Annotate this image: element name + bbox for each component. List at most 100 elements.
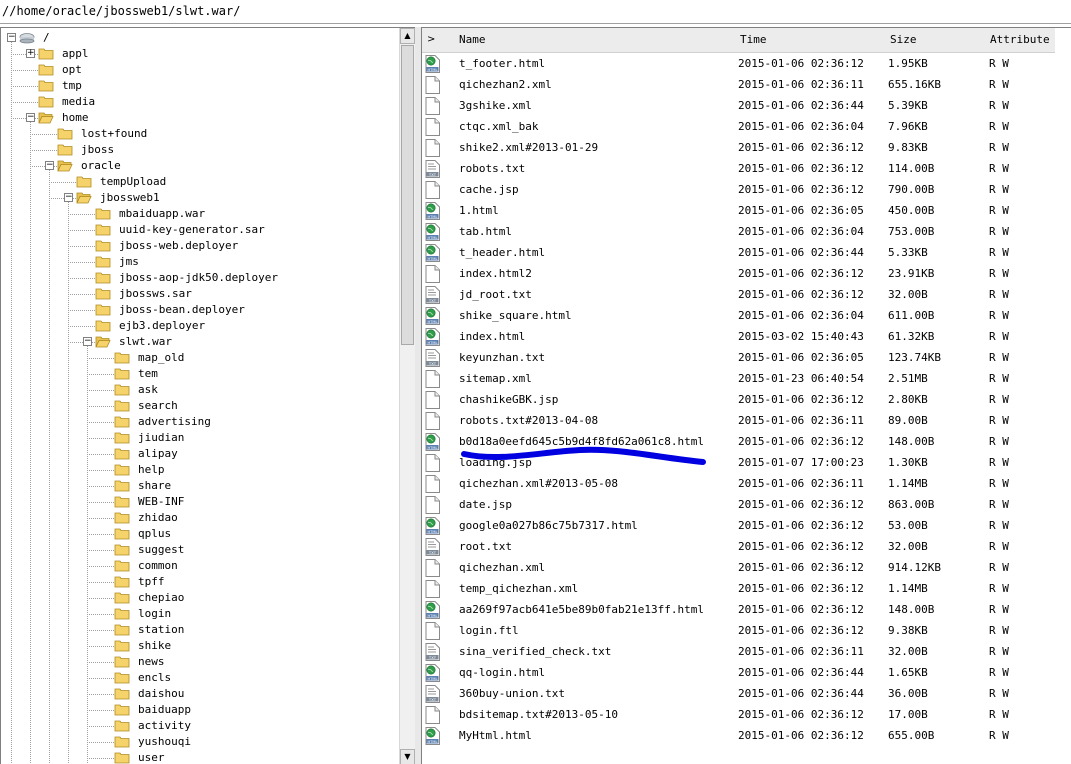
- file-row[interactable]: qichezhan2.xml 2015-01-06 02:36:11 655.16K…: [422, 74, 1070, 95]
- folder-icon: [57, 126, 73, 142]
- tree-node-label: map_old: [138, 351, 185, 364]
- file-row[interactable]: 3gshike.xml 2015-01-06 02:36:44 5.39KB R W: [422, 95, 1070, 116]
- folder-icon: [95, 222, 111, 238]
- file-time: 2015-01-06 02:36:12: [738, 603, 864, 616]
- file-size: 863.00B: [888, 498, 935, 511]
- folder-icon: [95, 286, 111, 302]
- file-size: 1.95KB: [888, 57, 928, 70]
- svg-text:TXT: TXT: [428, 298, 437, 303]
- column-header-name[interactable]: Name: [459, 28, 486, 52]
- tree-node-label: login: [138, 607, 172, 620]
- file-row[interactable]: HTML b0d18a0eefd645c5b9d4f8fd62a061c8.htm…: [422, 431, 1070, 452]
- file-size: 32.00B: [888, 540, 928, 553]
- collapse-icon[interactable]: −: [7, 33, 16, 42]
- folder-icon: [114, 606, 130, 622]
- tree-node-label: tmp: [62, 79, 82, 92]
- file-time: 2015-01-23 06:40:54: [738, 372, 864, 385]
- file-row[interactable]: bdsitemap.txt#2013-05-10 2015-01-06 02:36…: [422, 704, 1070, 725]
- file-row[interactable]: TXT jd_root.txt 2015-01-06 02:36:12 32.00B R…: [422, 284, 1070, 305]
- collapse-icon[interactable]: −: [26, 113, 35, 122]
- file-row[interactable]: TXT keyunzhan.txt 2015-01-06 02:36:05 123.7…: [422, 347, 1070, 368]
- path-input[interactable]: [2, 2, 1062, 20]
- folder-icon: [114, 430, 130, 446]
- file-time: 2015-01-06 02:36:12: [738, 435, 864, 448]
- file-row[interactable]: HTML index.html 2015-03-02 15:40:43 61.32KB…: [422, 326, 1070, 347]
- column-header-attribute[interactable]: Attribute: [990, 28, 1050, 52]
- file-row[interactable]: date.jsp 2015-01-06 02:36:12 863.00B R W: [422, 494, 1070, 515]
- file-time: 2015-01-06 02:36:12: [738, 561, 864, 574]
- scroll-up-icon[interactable]: ▲: [400, 28, 415, 44]
- file-time: 2015-01-06 02:36:12: [738, 141, 864, 154]
- tree-connector: [87, 518, 114, 519]
- file-row[interactable]: chashikeGBK.jsp 2015-01-06 02:36:12 2.80KB…: [422, 389, 1070, 410]
- tree-scrollbar[interactable]: ▲ ▼: [399, 28, 415, 764]
- tree-connector: [11, 70, 38, 71]
- file-row[interactable]: robots.txt#2013-04-08 2015-01-06 02:36:11…: [422, 410, 1070, 431]
- file-row[interactable]: HTML t_header.html 2015-01-06 02:36:44 5.33…: [422, 242, 1070, 263]
- file-row[interactable]: shike2.xml#2013-01-29 2015-01-06 02:36:12…: [422, 137, 1070, 158]
- collapse-icon[interactable]: −: [64, 193, 73, 202]
- file-name: shike2.xml#2013-01-29: [459, 141, 599, 154]
- svg-text:HTML: HTML: [427, 215, 437, 219]
- scroll-down-icon[interactable]: ▼: [400, 749, 415, 764]
- file-time: 2015-01-06 02:36:04: [738, 120, 864, 133]
- file-row[interactable]: HTML MyHtml.html 2015-01-06 02:36:12 655.00…: [422, 725, 1070, 746]
- tree-connector: [68, 214, 95, 215]
- file-row[interactable]: qichezhan.xml 2015-01-06 02:36:12 914.12KB…: [422, 557, 1070, 578]
- file-time: 2015-01-06 02:36:11: [738, 414, 864, 427]
- file-row[interactable]: qichezhan.xml#2013-05-08 2015-01-06 02:36…: [422, 473, 1070, 494]
- file-row[interactable]: HTML t_footer.html 2015-01-06 02:36:12 1.95…: [422, 53, 1070, 74]
- file-size: 7.96KB: [888, 120, 928, 133]
- tree-connector: [68, 202, 69, 764]
- file-row[interactable]: index.html2 2015-01-06 02:36:12 23.91KB R W: [422, 263, 1070, 284]
- file-time: 2015-01-06 02:36:04: [738, 225, 864, 238]
- file-attribute: R W: [989, 78, 1009, 91]
- column-header-size[interactable]: Size: [890, 28, 917, 52]
- file-row[interactable]: TXT root.txt 2015-01-06 02:36:12 32.00B R W: [422, 536, 1070, 557]
- folder-icon: [114, 622, 130, 638]
- tree-node-label: shike: [138, 639, 172, 652]
- file-row[interactable]: TXT robots.txt 2015-01-06 02:36:12 114.00B R…: [422, 158, 1070, 179]
- chevron-right-icon[interactable]: >: [427, 28, 435, 52]
- tree-node-label: media: [62, 95, 96, 108]
- file-row[interactable]: HTML qq-login.html 2015-01-06 02:36:44 1.65…: [422, 662, 1070, 683]
- file-name: cache.jsp: [459, 183, 519, 196]
- file-name: b0d18a0eefd645c5b9d4f8fd62a061c8.html: [459, 435, 705, 448]
- column-header-time[interactable]: Time: [740, 28, 767, 52]
- folder-tree-pane[interactable]: − / + appl opt tmp media − home lost+found jboss − o…: [0, 27, 415, 764]
- collapse-icon[interactable]: −: [45, 161, 54, 170]
- file-attribute: R W: [989, 141, 1009, 154]
- tree-node-label: ask: [138, 383, 158, 396]
- expand-icon[interactable]: +: [26, 49, 35, 58]
- tree-connector: [68, 246, 95, 247]
- folder-icon: [114, 574, 130, 590]
- file-row[interactable]: HTML shike_square.html 2015-01-06 02:36:04…: [422, 305, 1070, 326]
- file-time: 2015-01-06 02:36:04: [738, 309, 864, 322]
- file-row[interactable]: login.ftl 2015-01-06 02:36:12 9.38KB R W: [422, 620, 1070, 641]
- file-name: qichezhan.xml: [459, 561, 546, 574]
- file-time: 2015-01-06 02:36:12: [738, 288, 864, 301]
- file-name: tab.html: [459, 225, 512, 238]
- svg-text:HTML: HTML: [427, 236, 437, 240]
- file-time: 2015-01-06 02:36:12: [738, 624, 864, 637]
- svg-text:TXT: TXT: [428, 655, 437, 660]
- collapse-icon[interactable]: −: [83, 337, 92, 346]
- file-row[interactable]: loading.jsp 2015-01-07 17:00:23 1.30KB R W: [422, 452, 1070, 473]
- tree-node-label: jbossws.sar: [119, 287, 192, 300]
- file-time: 2015-01-06 02:36:12: [738, 57, 864, 70]
- file-row[interactable]: TXT sina_verified_check.txt 2015-01-06 02:…: [422, 641, 1070, 662]
- scroll-thumb[interactable]: [401, 45, 414, 345]
- file-row[interactable]: TXT 360buy-union.txt 2015-01-06 02:36:44 36…: [422, 683, 1070, 704]
- tree-connector: [87, 422, 114, 423]
- file-row[interactable]: HTML google0a027b86c75b7317.html 2015-01-0…: [422, 515, 1070, 536]
- file-time: 2015-01-06 02:36:12: [738, 393, 864, 406]
- file-row[interactable]: HTML tab.html 2015-01-06 02:36:04 753.00B R …: [422, 221, 1070, 242]
- file-attribute: R W: [989, 267, 1009, 280]
- file-row[interactable]: temp_qichezhan.xml 2015-01-06 02:36:12 1.1…: [422, 578, 1070, 599]
- file-row[interactable]: HTML aa269f97acb641e5be89b0fab21e13ff.htm…: [422, 599, 1070, 620]
- file-row[interactable]: ctqc.xml_bak 2015-01-06 02:36:04 7.96KB R W: [422, 116, 1070, 137]
- file-row[interactable]: HTML 1.html 2015-01-06 02:36:05 450.00B R W: [422, 200, 1070, 221]
- file-row[interactable]: sitemap.xml 2015-01-23 06:40:54 2.51MB R W: [422, 368, 1070, 389]
- file-list-pane[interactable]: > Name Time Size Attribute HTML t_footer.…: [421, 27, 1071, 764]
- file-row[interactable]: cache.jsp 2015-01-06 02:36:12 790.00B R W: [422, 179, 1070, 200]
